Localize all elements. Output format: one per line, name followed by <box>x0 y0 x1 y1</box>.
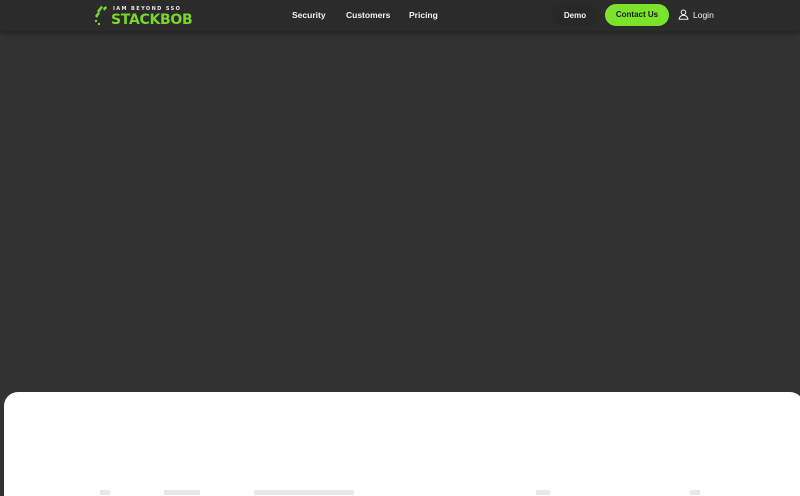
heading-fragment <box>690 490 700 495</box>
stackbob-logo-icon <box>94 6 107 26</box>
contact-us-button[interactable]: Contact Us <box>605 4 669 26</box>
brand-name: STACKBOB <box>111 12 193 28</box>
heading-fragment <box>254 490 354 495</box>
login-label: Login <box>693 10 714 20</box>
user-icon <box>678 9 689 20</box>
content-panel <box>4 392 800 496</box>
heading-fragment-row <box>4 490 800 496</box>
demo-button[interactable]: Demo <box>552 5 598 26</box>
nav-link-customers[interactable]: Customers <box>346 10 390 20</box>
brand-logo[interactable]: IAM BEYOND SSO STACKBOB <box>94 4 193 28</box>
nav-link-pricing[interactable]: Pricing <box>409 10 438 20</box>
nav-link-security[interactable]: Security <box>292 10 326 20</box>
heading-fragment <box>164 490 200 495</box>
heading-fragment <box>536 490 550 495</box>
site-header: IAM BEYOND SSO STACKBOB Security Custome… <box>0 0 800 31</box>
heading-fragment <box>100 490 110 495</box>
page: IAM BEYOND SSO STACKBOB Security Custome… <box>0 0 800 496</box>
